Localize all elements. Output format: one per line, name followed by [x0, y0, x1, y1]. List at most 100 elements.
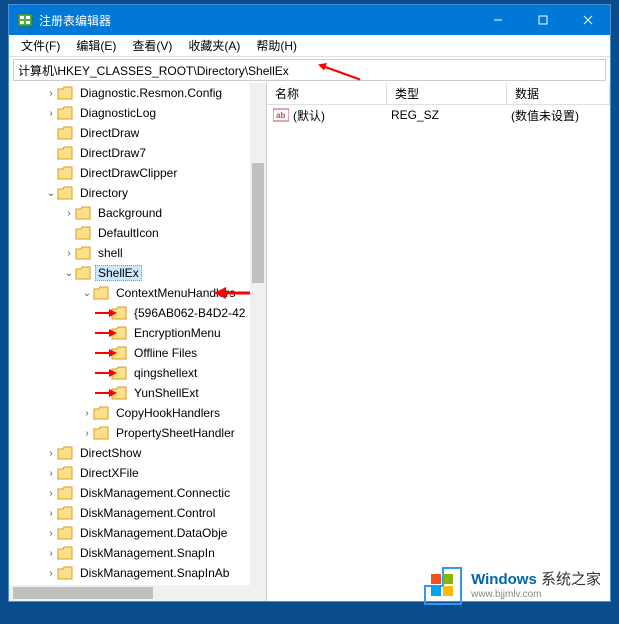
tree-item-label: CopyHookHandlers [113, 405, 223, 421]
folder-icon [57, 146, 73, 160]
tree-item[interactable]: › Background [9, 203, 250, 223]
list-header: 名称 类型 数据 [267, 83, 610, 105]
tree-item-label: DirectXFile [77, 465, 142, 481]
expand-icon[interactable]: › [45, 448, 57, 459]
folder-icon [111, 346, 127, 360]
collapse-icon[interactable]: ⌄ [63, 268, 75, 279]
tree-item[interactable]: › shell [9, 243, 250, 263]
expand-icon[interactable]: › [81, 408, 93, 419]
folder-icon [75, 226, 91, 240]
folder-icon [57, 166, 73, 180]
folder-icon [57, 466, 73, 480]
tree-item-label: Offline Files [131, 345, 200, 361]
regedit-window: 注册表编辑器 文件(F) 编辑(E) 查看(V) 收藏夹(A) 帮助(H) 计算… [8, 4, 611, 602]
menu-help[interactable]: 帮助(H) [248, 35, 305, 56]
content-area: ›Diagnostic.Resmon.Config›DiagnosticLogD… [9, 83, 610, 601]
tree-item-label: DiagnosticLog [77, 105, 159, 121]
scrollbar-thumb[interactable] [252, 163, 264, 283]
tree-item-label: EncryptionMenu [131, 325, 224, 341]
folder-icon [57, 86, 73, 100]
tree-item[interactable]: › DiskManagement.SnapInAb [9, 563, 250, 583]
tree-item[interactable]: ⌄ContextMenuHandlers [9, 283, 250, 303]
expand-icon[interactable]: › [63, 248, 75, 259]
menubar: 文件(F) 编辑(E) 查看(V) 收藏夹(A) 帮助(H) [9, 35, 610, 57]
vertical-scrollbar[interactable] [250, 83, 266, 601]
horizontal-scrollbar[interactable] [9, 585, 250, 601]
tree-item[interactable]: ⌄ ShellEx [9, 263, 250, 283]
window-title: 注册表编辑器 [39, 12, 475, 29]
address-bar[interactable]: 计算机\HKEY_CLASSES_ROOT\Directory\ShellEx [13, 59, 606, 81]
close-button[interactable] [565, 5, 610, 35]
folder-icon [75, 206, 91, 220]
annotation-arrow-icon [314, 63, 364, 81]
menu-edit[interactable]: 编辑(E) [68, 35, 124, 56]
folder-icon [111, 366, 127, 380]
tree-item-label: DiskManagement.Connectic [77, 485, 233, 501]
tree-item-label: DiskManagement.DataObje [77, 525, 230, 541]
expand-icon[interactable]: › [81, 428, 93, 439]
tree-item[interactable]: DefaultIcon [9, 223, 250, 243]
tree-item[interactable]: YunShellExt [9, 383, 250, 403]
tree-item[interactable]: › CopyHookHandlers [9, 403, 250, 423]
tree-item[interactable]: ›Diagnostic.Resmon.Config [9, 83, 250, 103]
list-row[interactable]: ab (默认) REG_SZ (数值未设置) [267, 105, 610, 125]
expand-icon[interactable]: › [45, 468, 57, 479]
tree-item-label: DiskManagement.SnapInAb [77, 565, 232, 581]
expand-icon[interactable]: › [45, 108, 57, 119]
tree-item-label: ShellEx [95, 265, 142, 281]
value-name: (默认) [293, 107, 391, 124]
tree-item[interactable]: ›DiskManagement.SnapIn [9, 543, 250, 563]
values-panel: 名称 类型 数据 ab (默认) REG_SZ (数值未设置) [267, 83, 610, 601]
tree-item-label: Background [95, 205, 165, 221]
tree-view[interactable]: ›Diagnostic.Resmon.Config›DiagnosticLogD… [9, 83, 250, 601]
menu-view[interactable]: 查看(V) [124, 35, 180, 56]
tree-item[interactable]: › PropertySheetHandler [9, 423, 250, 443]
menu-favorites[interactable]: 收藏夹(A) [180, 35, 248, 56]
titlebar[interactable]: 注册表编辑器 [9, 5, 610, 35]
tree-item[interactable]: › DirectXFile [9, 463, 250, 483]
tree-item[interactable]: ⌄Directory [9, 183, 250, 203]
tree-item[interactable]: DirectDraw [9, 123, 250, 143]
regedit-icon [17, 12, 33, 28]
tree-item[interactable]: DirectDraw7 [9, 143, 250, 163]
expand-icon[interactable]: › [45, 488, 57, 499]
menu-file[interactable]: 文件(F) [13, 35, 68, 56]
tree-item[interactable]: Offline Files [9, 343, 250, 363]
column-name[interactable]: 名称 [267, 83, 387, 104]
tree-item-label: shell [95, 245, 126, 261]
tree-item-label: DirectDraw7 [77, 145, 149, 161]
svg-text:ab: ab [276, 111, 285, 120]
folder-icon [57, 566, 73, 580]
expand-icon[interactable]: › [63, 208, 75, 219]
minimize-button[interactable] [475, 5, 520, 35]
window-controls [475, 5, 610, 35]
expand-icon[interactable]: › [45, 548, 57, 559]
folder-icon [57, 186, 73, 200]
tree-item-label: DirectShow [77, 445, 144, 461]
collapse-icon[interactable]: ⌄ [45, 188, 57, 199]
collapse-icon[interactable]: ⌄ [81, 288, 93, 299]
maximize-button[interactable] [520, 5, 565, 35]
tree-item[interactable]: qingshellext [9, 363, 250, 383]
expand-icon[interactable]: › [45, 528, 57, 539]
tree-item[interactable]: EncryptionMenu [9, 323, 250, 343]
column-data[interactable]: 数据 [507, 83, 610, 104]
tree-item[interactable]: {596AB062-B4D2-42 [9, 303, 250, 323]
column-type[interactable]: 类型 [387, 83, 507, 104]
scrollbar-h-thumb[interactable] [13, 587, 153, 599]
tree-item-label: PropertySheetHandler [113, 425, 238, 441]
tree-item-label: DefaultIcon [95, 225, 162, 241]
folder-icon [75, 266, 91, 280]
tree-item[interactable]: DirectDrawClipper [9, 163, 250, 183]
folder-icon [57, 486, 73, 500]
tree-item[interactable]: ›DiskManagement.Control [9, 503, 250, 523]
tree-item[interactable]: › DiskManagement.DataObje [9, 523, 250, 543]
tree-item[interactable]: › DirectShow [9, 443, 250, 463]
expand-icon[interactable]: › [45, 88, 57, 99]
expand-icon[interactable]: › [45, 568, 57, 579]
string-value-icon: ab [273, 108, 289, 122]
tree-item[interactable]: › DiagnosticLog [9, 103, 250, 123]
tree-item[interactable]: › DiskManagement.Connectic [9, 483, 250, 503]
tree-item-label: {596AB062-B4D2-42 [131, 305, 248, 321]
expand-icon[interactable]: › [45, 508, 57, 519]
